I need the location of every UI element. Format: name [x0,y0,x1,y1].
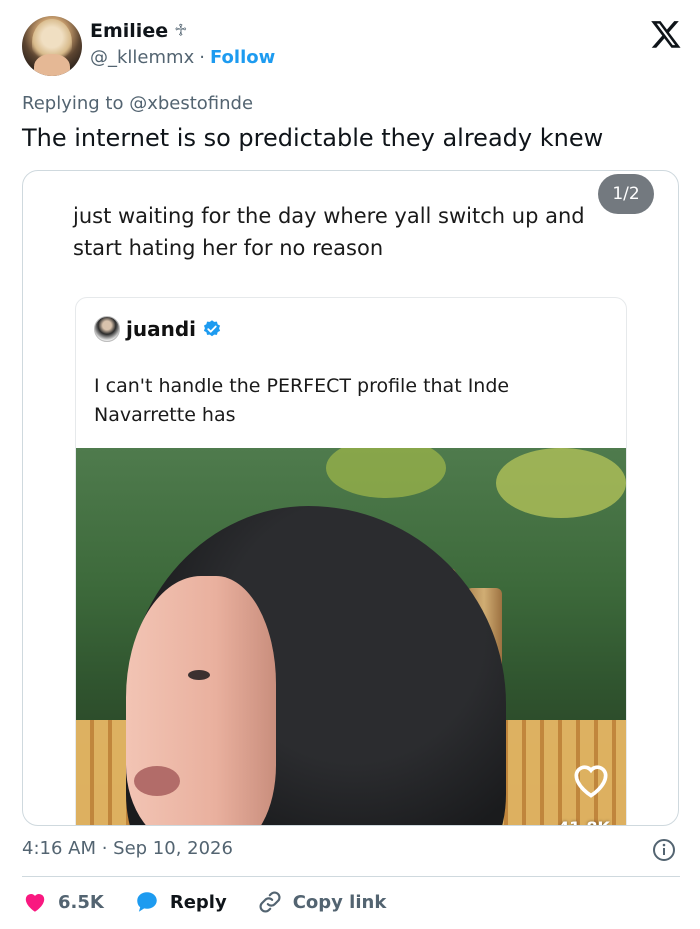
quoted-name: juandi [126,317,196,341]
timestamp[interactable]: 4:16 AM · Sep 10, 2026 [22,838,233,859]
x-logo-icon[interactable] [650,18,682,50]
quoted-post-header: juandi [94,316,222,342]
follow-button[interactable]: Follow [210,47,275,68]
video-like-count: 41.8K [554,818,614,825]
user-handle[interactable]: @_kllemmx [90,47,194,68]
reply-button[interactable]: Reply [134,889,227,915]
separator-dot: · [199,47,205,68]
info-icon[interactable] [652,838,676,862]
copy-link-button[interactable]: Copy link [257,889,387,915]
replying-to[interactable]: Replying to @xbestofinde [22,93,253,114]
quoted-post: juandi I can't handle the PERFECT profil… [75,297,627,825]
avatar[interactable] [22,16,82,76]
heart-icon [25,894,45,912]
eye [188,670,210,680]
name-symbol: ♱ [174,21,188,40]
name-row: Emiliee ♱ [90,20,187,42]
tweet-header: Emiliee ♱ @_kllemmx · Follow [22,16,682,78]
media-card[interactable]: just waiting for the day where yall swit… [22,170,679,826]
foliage [496,448,626,518]
avatar-body [34,54,70,76]
handle-row: @_kllemmx · Follow [90,47,275,68]
verified-badge-icon [203,320,221,337]
screenshot-caption: just waiting for the day where yall swit… [73,204,585,260]
copy-link-label: Copy link [292,891,387,913]
divider [22,876,680,877]
image-pager: 1/2 [598,174,654,214]
tweet-text: The internet is so predictable they alre… [22,124,604,152]
foliage [326,448,446,498]
like-count: 6.5K [58,891,104,913]
lips [134,766,180,796]
link-icon [259,891,281,913]
like-button[interactable]: 6.5K [22,889,104,915]
action-bar: 6.5K Reply Copy link [22,888,416,916]
portrait-photo: 41.8K 355 [76,448,626,825]
quoted-text: I can't handle the PERFECT profile that … [94,375,510,426]
screenshot-image: just waiting for the day where yall swit… [53,171,643,825]
heart-icon [574,765,608,798]
reply-bubble-icon [137,892,157,912]
display-name[interactable]: Emiliee [90,20,168,42]
quoted-avatar [94,316,120,342]
reply-label: Reply [169,891,227,913]
